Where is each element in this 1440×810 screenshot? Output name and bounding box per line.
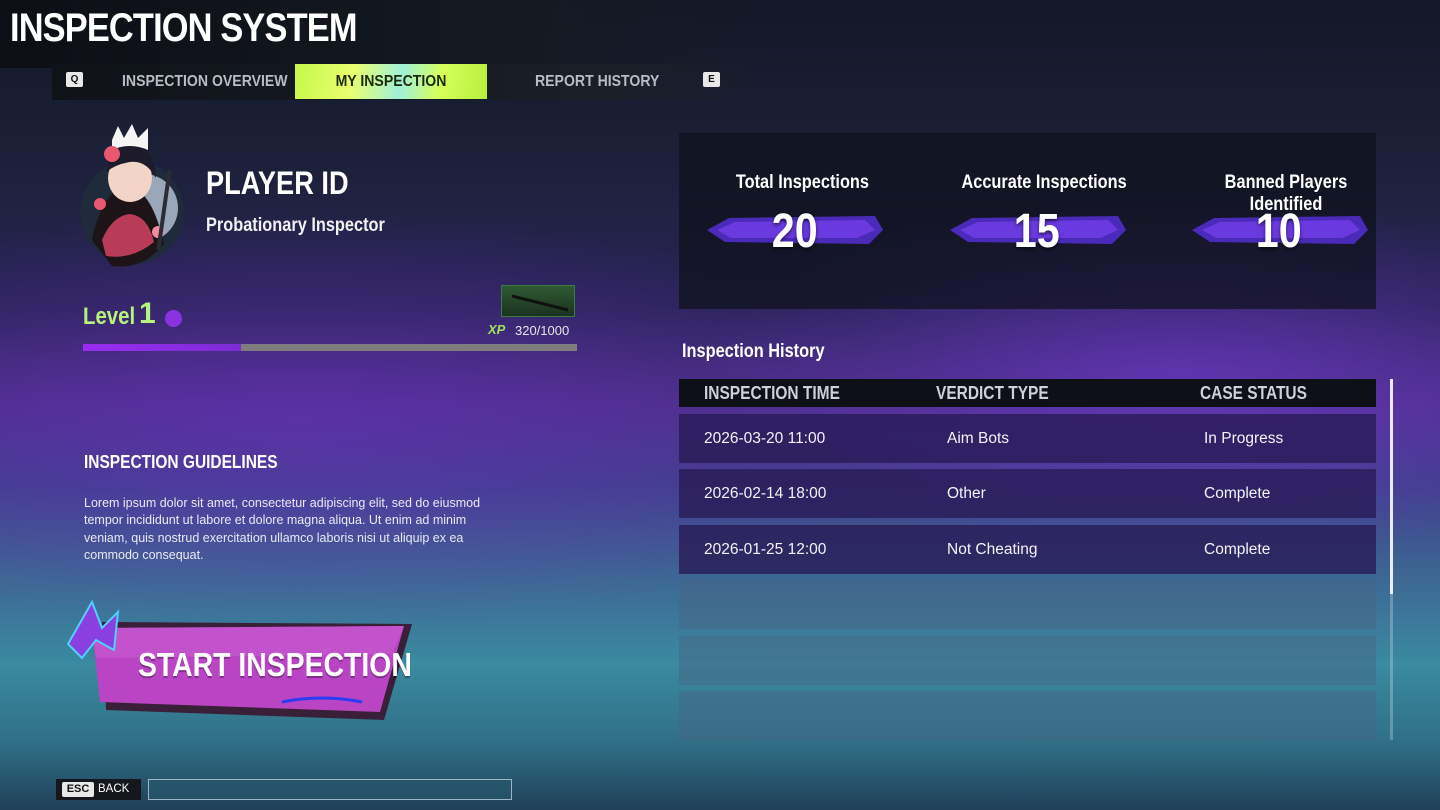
player-id: PLAYER ID xyxy=(206,165,349,201)
column-header-status: CASE STATUS xyxy=(1200,383,1307,403)
row-time: 2026-03-20 11:00 xyxy=(704,430,826,447)
history-title: Inspection History xyxy=(682,341,825,362)
start-inspection-label: START INSPECTION xyxy=(138,646,412,683)
weapon-icon xyxy=(511,294,569,312)
empty-table-row xyxy=(679,636,1376,685)
history-scrollbar-thumb[interactable] xyxy=(1390,379,1393,594)
row-status: Complete xyxy=(1204,485,1271,502)
xp-progress-fill xyxy=(83,344,242,351)
guidelines-body: Lorem ipsum dolor sit amet, consectetur … xyxy=(84,496,481,562)
weapon-thumbnail xyxy=(501,285,575,317)
next-tab-key[interactable]: E xyxy=(703,72,720,87)
level-label: Level xyxy=(83,303,136,330)
xp-value: 320/1000 xyxy=(515,323,570,338)
column-header-time: INSPECTION TIME xyxy=(704,383,840,403)
row-time: 2026-01-25 12:00 xyxy=(704,541,827,558)
tab-my-inspection-label: MY INSPECTION xyxy=(335,73,447,90)
row-time: 2026-02-14 18:00 xyxy=(704,485,827,502)
tab-report-history[interactable]: REPORT HISTORY xyxy=(535,64,659,100)
row-status: In Progress xyxy=(1204,430,1284,447)
stat-label-total: Total Inspections xyxy=(735,172,869,193)
app-title: INSPECTION SYSTEM xyxy=(10,6,357,50)
esc-key: ESC xyxy=(62,782,94,797)
xp-icon: XP xyxy=(488,322,506,337)
back-label: BACK xyxy=(98,783,130,795)
row-status: Complete xyxy=(1204,541,1271,558)
column-header-verdict: VERDICT TYPE xyxy=(936,383,1049,403)
level-number: 1 xyxy=(139,297,156,330)
row-verdict: Aim Bots xyxy=(947,430,1010,447)
table-row[interactable]: 2026-01-25 12:00 Not Cheating Complete xyxy=(679,525,1376,574)
prev-tab-key[interactable]: Q xyxy=(66,72,83,87)
guidelines-title: INSPECTION GUIDELINES xyxy=(84,452,278,472)
empty-table-row xyxy=(679,580,1376,629)
player-rank: Probationary Inspector xyxy=(206,215,385,236)
row-verdict: Not Cheating xyxy=(947,541,1038,558)
stat-value-total: 20 xyxy=(772,205,818,258)
stat-label-accurate: Accurate Inspections xyxy=(961,172,1127,193)
table-row[interactable]: 2026-02-14 18:00 Other Complete xyxy=(679,469,1376,518)
level-badge-icon xyxy=(165,310,182,327)
stat-value-banned: 10 xyxy=(1256,205,1302,258)
stat-value-accurate: 15 xyxy=(1014,205,1060,258)
table-row[interactable]: 2026-03-20 11:00 Aim Bots In Progress xyxy=(679,414,1376,463)
player-avatar xyxy=(80,124,184,267)
footer-input-field[interactable] xyxy=(148,779,512,800)
empty-table-row xyxy=(679,691,1376,740)
row-verdict: Other xyxy=(947,485,986,502)
tab-inspection-overview[interactable]: INSPECTION OVERVIEW xyxy=(122,64,288,100)
tab-my-inspection[interactable]: MY INSPECTION xyxy=(295,64,487,99)
